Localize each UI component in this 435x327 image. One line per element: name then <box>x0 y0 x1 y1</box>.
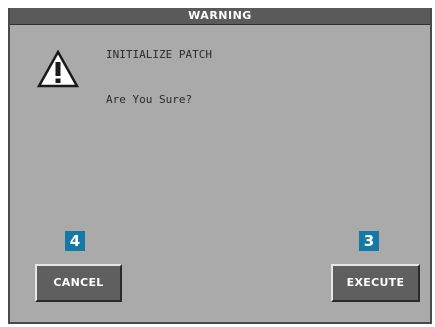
warning-dialog: WARNING INITIALIZE PATCH Are You Sure? 4… <box>8 8 432 324</box>
cancel-button[interactable]: CANCEL <box>35 264 122 302</box>
execute-button[interactable]: EXECUTE <box>331 264 420 302</box>
warning-triangle-icon <box>36 49 80 88</box>
message-question: Are You Sure? <box>106 93 193 106</box>
cancel-shortcut-badge: 4 <box>65 231 85 251</box>
dialog-title: WARNING <box>10 8 430 25</box>
message-title: INITIALIZE PATCH <box>106 48 212 61</box>
execute-shortcut-badge: 3 <box>359 231 379 251</box>
